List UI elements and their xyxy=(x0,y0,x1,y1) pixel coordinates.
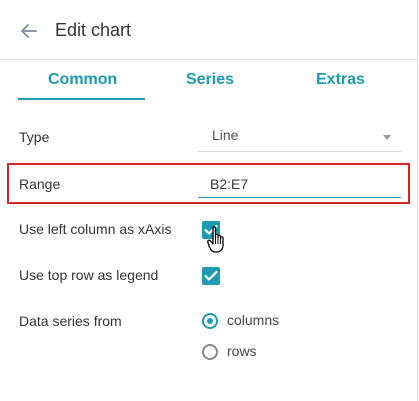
edit-chart-panel: Edit chart Common Series Extras Type Lin… xyxy=(0,0,418,401)
hand-pointer-icon xyxy=(207,226,224,253)
panel-header: Edit chart xyxy=(0,0,418,60)
panel-title: Edit chart xyxy=(55,20,132,40)
radio-rows[interactable] xyxy=(202,344,218,360)
radio-columns-label[interactable]: columns xyxy=(227,312,279,328)
type-select[interactable]: Line xyxy=(198,122,401,152)
left-column-label: Use left column as xAxis xyxy=(19,221,172,237)
radio-columns[interactable] xyxy=(202,313,218,329)
tab-common[interactable]: Common xyxy=(48,70,117,90)
checkmark-icon xyxy=(204,270,218,281)
type-label: Type xyxy=(19,129,50,145)
data-series-label: Data series from xyxy=(19,313,122,329)
top-row-checkbox[interactable] xyxy=(202,267,220,285)
chevron-down-icon xyxy=(383,135,391,140)
tab-extras[interactable]: Extras xyxy=(316,70,365,90)
back-button[interactable] xyxy=(16,18,42,44)
radio-rows-label[interactable]: rows xyxy=(227,343,257,359)
range-label: Range xyxy=(19,176,61,192)
range-input[interactable] xyxy=(198,171,401,198)
arrow-left-icon xyxy=(21,24,37,38)
top-row-label: Use top row as legend xyxy=(19,267,159,283)
tab-series[interactable]: Series xyxy=(186,70,234,90)
type-select-value: Line xyxy=(212,127,239,143)
active-tab-indicator xyxy=(18,98,145,100)
tab-bar: Common Series Extras xyxy=(0,60,418,100)
